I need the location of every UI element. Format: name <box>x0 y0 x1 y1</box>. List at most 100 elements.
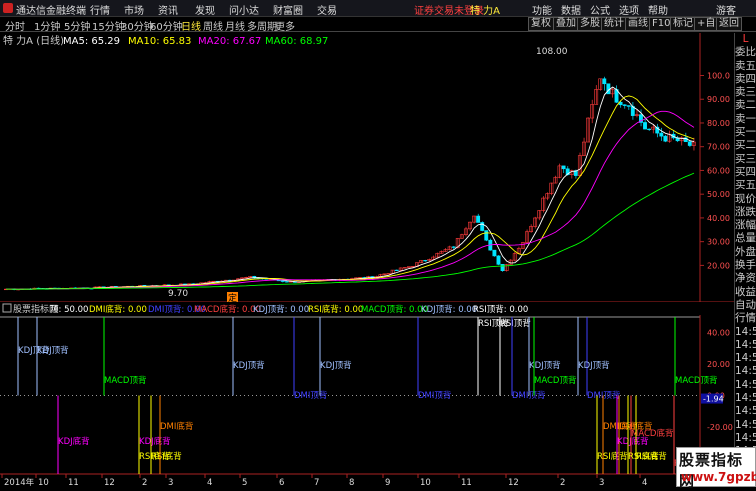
sidebar-label: 涨幅 <box>735 219 756 232</box>
sidebar-label: 换手 <box>735 259 756 272</box>
bottom-divergence-label: DMI底背 <box>160 421 194 432</box>
candle-body <box>500 264 505 272</box>
candlesticks <box>4 76 696 291</box>
price-tick-label: 100.0 <box>707 71 730 80</box>
candle-body <box>659 132 664 137</box>
sidebar-label: 卖三 <box>735 86 756 99</box>
sidebar-label: 卖一 <box>735 112 756 125</box>
adjust-button[interactable]: 复权 <box>528 17 554 31</box>
candle-body <box>451 246 456 248</box>
menu-formula[interactable]: 公式 <box>590 2 610 17</box>
moving-average-lines <box>6 86 695 290</box>
price-tick-label: 90.00 <box>707 95 730 104</box>
guest-user[interactable]: 游客 <box>716 2 736 17</box>
ma5-line <box>6 86 695 290</box>
sidebar-label: 14:5 <box>735 392 756 405</box>
candle-body <box>492 249 497 257</box>
candle-body <box>280 280 285 282</box>
sidebar-label: 14:5 <box>735 378 756 391</box>
price-tick-label: 20.00 <box>707 261 730 270</box>
sidebar-label: 买三 <box>735 152 756 165</box>
top-divergence-label: KDJ顶背 <box>320 360 352 371</box>
menu-ask[interactable]: 问小达 <box>229 2 259 17</box>
date-tick-label: 6 <box>279 478 284 487</box>
sidebar-label: 净资 <box>735 272 756 285</box>
back-button[interactable]: 返回 <box>716 17 742 31</box>
chart-area[interactable]: KDJ顶背 KDJ顶背 MACD顶背 KDJ顶背 DMI顶背 KDJ顶背 DMI顶背 RSI顶… <box>0 33 734 488</box>
period-tab-15min[interactable]: 15分钟 <box>92 18 125 33</box>
date-tick-label: 4 <box>642 478 647 487</box>
bottom-divergence-label: RSI底背 <box>597 451 628 462</box>
indicator-legend-item: KDJ顶背: 0.00 <box>253 304 309 315</box>
bottom-divergence-label: RSI底背 <box>151 451 182 462</box>
period-tab-multi[interactable]: 多周期 <box>247 18 277 33</box>
menu-market-quotes[interactable]: 行情 <box>90 2 110 17</box>
mark-button[interactable]: 标记 <box>670 17 696 31</box>
period-tab-intraday[interactable]: 分时 <box>5 18 25 33</box>
ma20-label: MA20: 67.67 <box>198 36 261 47</box>
period-tab-weekly[interactable]: 周线 <box>203 18 223 33</box>
indicator-legend-item: DMI底背: 0.00 <box>89 304 147 315</box>
multi-stock-button[interactable]: 多股 <box>577 17 603 31</box>
price-tick-label: 30.00 <box>707 238 730 247</box>
period-tab-monthly[interactable]: 月线 <box>225 18 245 33</box>
ma60-label: MA60: 68.97 <box>265 36 328 47</box>
top-divergence-label: MACD顶背 <box>104 375 147 386</box>
period-tab-daily[interactable]: 日线 <box>181 18 201 33</box>
price-tick-label: 70.00 <box>707 143 730 152</box>
sidebar-label: 卖五 <box>735 59 756 72</box>
candle-body <box>423 260 428 262</box>
price-tick-label: 80.00 <box>707 119 730 128</box>
candle-body <box>358 277 363 279</box>
stats-button[interactable]: 统计 <box>601 17 627 31</box>
menu-help[interactable]: 帮助 <box>648 2 668 17</box>
sidebar-label: 买一 <box>735 126 756 139</box>
top-divergence-label: KDJ顶背 <box>37 345 69 356</box>
period-toolbar: 分时 1分钟 5分钟 15分钟 30分钟 60分钟 日线 周线 月线 多周期 更… <box>0 17 756 33</box>
period-tab-30min[interactable]: 30分钟 <box>121 18 154 33</box>
site-watermark: 股票指标网 www.7gpzb.com <box>676 447 756 490</box>
sidebar-label: 委比 <box>735 46 756 59</box>
price-tick-label: 50.00 <box>707 190 730 199</box>
candle-body <box>602 78 607 85</box>
divergence-signals: KDJ顶背KDJ顶背MACD顶背KDJ顶背DMI顶背KDJ顶背DMI顶背RSI顶… <box>17 317 718 474</box>
menu-options[interactable]: 选项 <box>619 2 639 17</box>
menu-function[interactable]: 功能 <box>532 2 552 17</box>
chart-canvas[interactable]: KDJ顶背KDJ顶背MACD顶背KDJ顶背DMI顶背KDJ顶背DMI顶背RSI顶… <box>0 33 734 488</box>
current-value-label: -1.94 <box>703 395 724 404</box>
menu-wealth[interactable]: 财富圈 <box>273 2 303 17</box>
date-tick-label: 3 <box>599 478 604 487</box>
sidebar-label: 买四 <box>735 165 756 178</box>
title-bar: 通达信金融终端 行情 市场 资讯 发现 问小达 财富圈 交易 证券交易未登录 特… <box>0 0 756 17</box>
sidebar-label: 14:5 <box>735 365 756 378</box>
low-price-label: 9.70 <box>168 289 188 299</box>
candle-body <box>622 104 627 106</box>
candle-body <box>476 215 481 223</box>
menu-discover[interactable]: 发现 <box>195 2 215 17</box>
period-tab-more[interactable]: 更多 <box>275 18 295 33</box>
draw-button[interactable]: 画线 <box>625 17 651 31</box>
period-tab-60min[interactable]: 60分钟 <box>150 18 183 33</box>
date-tick-label: 9 <box>385 478 390 487</box>
candle-body <box>687 141 692 146</box>
date-tick-label: 11 <box>461 478 472 487</box>
menu-news[interactable]: 资讯 <box>158 2 178 17</box>
sidebar-label: 14:5 <box>735 325 756 338</box>
candle-body <box>561 165 566 170</box>
chart-title: 特 力A (日线) <box>3 34 64 47</box>
period-tab-1min[interactable]: 1分钟 <box>34 18 60 33</box>
indicator-legend-item: RSI顶背: 0.00 <box>473 304 528 315</box>
menu-data[interactable]: 数据 <box>561 2 581 17</box>
sidebar-label: 现价 <box>735 192 756 205</box>
period-tab-5min[interactable]: 5分钟 <box>64 18 90 33</box>
overlay-button[interactable]: 叠加 <box>553 17 579 31</box>
title-stock-name: 特 力A <box>470 6 501 17</box>
date-tick-label: 12 <box>104 478 115 487</box>
sidebar-label: 收益 <box>735 285 756 298</box>
menu-market[interactable]: 市场 <box>124 2 144 17</box>
top-divergence-label: KDJ顶背 <box>578 360 610 371</box>
sidebar-label: 卖二 <box>735 99 756 112</box>
candle-body <box>211 280 216 283</box>
menu-trade[interactable]: 交易 <box>317 2 337 17</box>
candle-body <box>386 273 391 275</box>
